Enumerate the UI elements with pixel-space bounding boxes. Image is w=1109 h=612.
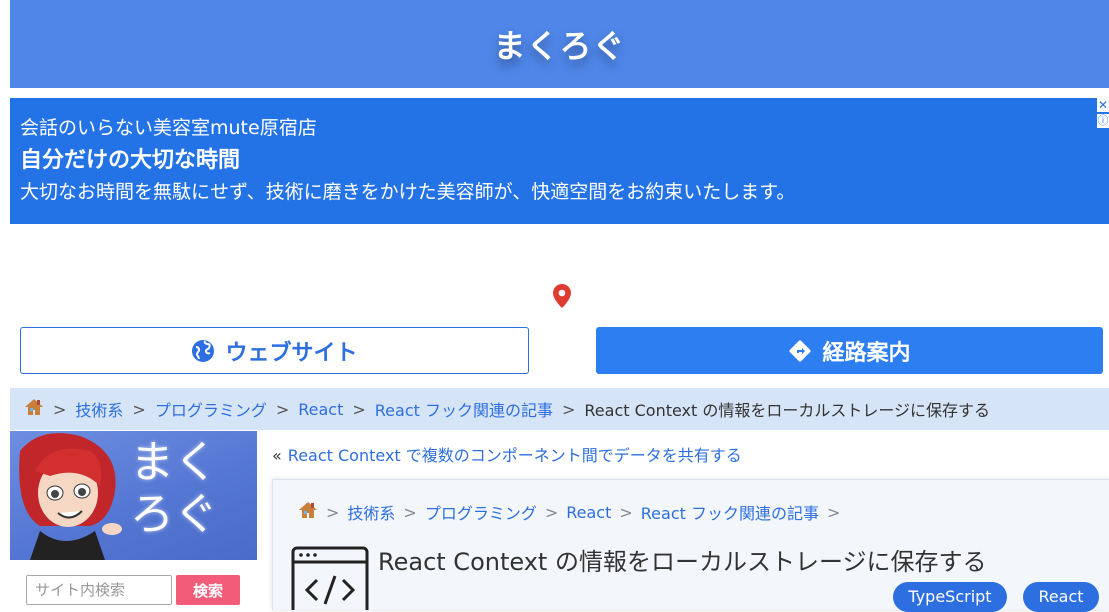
ad-description[interactable]: 大切なお時間を無駄にせず、技術に磨きをかけた美容師が、快適空間をお約束いたします… — [20, 178, 1099, 206]
article-breadcrumb: > 技術系 > プログラミング > React > React フック関連の記事… — [298, 500, 848, 524]
ad-website-button[interactable]: ウェブサイト — [20, 327, 529, 374]
ad-route-label: 経路案内 — [822, 340, 911, 366]
breadcrumb-separator: > — [275, 399, 290, 419]
article-breadcrumb-home-link[interactable] — [298, 501, 318, 523]
tag-react[interactable]: React — [1023, 582, 1099, 612]
breadcrumb-separator: > — [562, 399, 576, 419]
site-title-link[interactable]: まくろぐ — [493, 21, 625, 67]
globe-icon — [192, 339, 215, 362]
directions-icon — [789, 340, 811, 361]
breadcrumb-separator: > — [53, 399, 67, 419]
site-search-button[interactable]: 検索 — [176, 575, 240, 605]
breadcrumb-item-tech[interactable]: 技術系 — [75, 397, 123, 421]
breadcrumb-current: React Context の情報をローカルストレージに保存する — [584, 401, 991, 420]
ad-headline[interactable]: 自分だけの大切な時間 — [20, 144, 1099, 178]
map-pin-icon — [553, 284, 571, 308]
ad-info-icon[interactable]: ⓘ — [1097, 114, 1109, 128]
site-header: まくろぐ — [10, 0, 1109, 88]
house-icon — [299, 502, 317, 518]
previous-article-nav: « React Context で複数のコンポーネント間でデータを共有する — [272, 442, 742, 466]
ad-close-icon[interactable]: ✕ — [1097, 98, 1109, 112]
article-breadcrumb-tech[interactable]: 技術系 — [347, 500, 395, 524]
article-breadcrumb-react-hooks[interactable]: React フック関連の記事 — [641, 500, 819, 524]
breadcrumb: > 技術系 > プログラミング > React > React フック関連の記事… — [10, 388, 1109, 430]
code-window-icon — [291, 546, 369, 610]
breadcrumb-separator: > — [827, 502, 841, 522]
article-title: React Context の情報をローカルストレージに保存する — [378, 548, 987, 576]
breadcrumb-item-react[interactable]: React — [298, 400, 343, 419]
tag-typescript[interactable]: TypeScript — [893, 582, 1007, 612]
breadcrumb-separator: > — [326, 502, 340, 522]
avatar-illustration — [19, 433, 122, 560]
ad-banner[interactable]: 会話のいらない美容室mute原宿店 自分だけの大切な時間 大切なお時間を無駄にせ… — [10, 98, 1109, 224]
breadcrumb-separator: > — [352, 399, 366, 419]
prev-quote-mark: « — [272, 446, 282, 465]
previous-article-link[interactable]: React Context で複数のコンポーネント間でデータを共有する — [288, 446, 742, 465]
sidebar-banner-text: まく ろぐ — [130, 437, 218, 540]
ad-route-button[interactable]: 経路案内 — [596, 327, 1103, 374]
breadcrumb-separator: > — [132, 399, 146, 419]
article-breadcrumb-react[interactable]: React — [566, 503, 611, 522]
house-icon — [25, 399, 43, 415]
sidebar-banner[interactable]: まく ろぐ — [10, 431, 257, 560]
ad-advertiser[interactable]: 会話のいらない美容室mute原宿店 — [20, 114, 1099, 142]
breadcrumb-separator: > — [619, 502, 633, 522]
site-search-input[interactable] — [26, 575, 172, 605]
breadcrumb-item-react-hooks[interactable]: React フック関連の記事 — [375, 397, 553, 421]
article-card: > 技術系 > プログラミング > React > React フック関連の記事… — [272, 479, 1109, 612]
sidebar: まく ろぐ 検索 — [10, 431, 257, 605]
ad-website-label: ウェブサイト — [225, 340, 358, 366]
breadcrumb-separator: > — [544, 502, 559, 522]
breadcrumb-separator: > — [403, 502, 417, 522]
breadcrumb-home-link[interactable] — [24, 398, 44, 420]
breadcrumb-item-programming[interactable]: プログラミング — [155, 397, 267, 421]
article-breadcrumb-programming[interactable]: プログラミング — [425, 500, 537, 524]
